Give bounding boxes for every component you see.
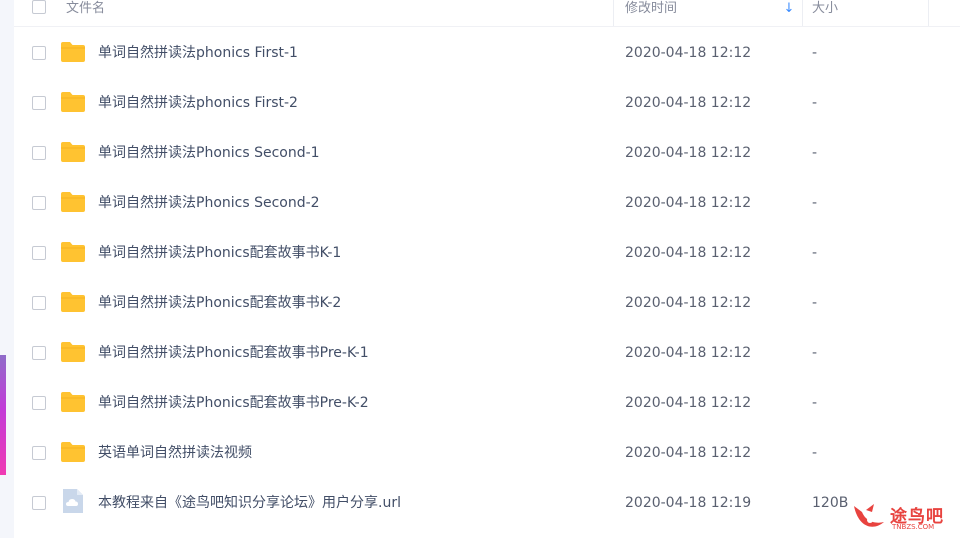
column-header-mtime[interactable]: 修改时间 xyxy=(625,0,677,26)
file-size: - xyxy=(812,395,818,411)
file-row[interactable]: 单词自然拼读法Phonics配套故事书Pre-K-1 2020-04-18 12… xyxy=(14,328,960,378)
file-size: - xyxy=(812,445,818,461)
watermark-subtext: TNBZS.COM xyxy=(892,523,935,531)
column-separator xyxy=(802,0,803,26)
row-checkbox[interactable] xyxy=(32,296,46,310)
file-row[interactable]: 单词自然拼读法Phonics Second-1 2020-04-18 12:12… xyxy=(14,128,960,178)
file-mtime: 2020-04-18 12:12 xyxy=(625,395,752,411)
file-row[interactable]: 单词自然拼读法Phonics Second-2 2020-04-18 12:12… xyxy=(14,178,960,228)
file-row[interactable]: 单词自然拼读法Phonics配套故事书Pre-K-2 2020-04-18 12… xyxy=(14,378,960,428)
row-checkbox[interactable] xyxy=(32,96,46,110)
file-mtime: 2020-04-18 12:12 xyxy=(625,95,752,111)
file-size: - xyxy=(812,195,818,211)
folder-icon xyxy=(61,392,85,412)
row-checkbox[interactable] xyxy=(32,346,46,360)
bird-logo-icon xyxy=(854,504,884,527)
file-name[interactable]: 本教程来自《途鸟吧知识分享论坛》用户分享.url xyxy=(98,492,401,514)
file-row[interactable]: 单词自然拼读法Phonics配套故事书K-2 2020-04-18 12:12 … xyxy=(14,278,960,328)
file-name[interactable]: 单词自然拼读法Phonics配套故事书K-1 xyxy=(98,242,341,264)
column-separator xyxy=(613,0,614,26)
file-size: - xyxy=(812,145,818,161)
arrow-down-icon[interactable]: ↓ xyxy=(782,2,796,18)
file-mtime: 2020-04-18 12:12 xyxy=(625,445,752,461)
select-all-checkbox[interactable] xyxy=(32,0,46,14)
file-name[interactable]: 单词自然拼读法Phonics配套故事书K-2 xyxy=(98,292,341,314)
list-header: 文件名 修改时间 ↓ 大小 xyxy=(14,0,960,27)
file-name[interactable]: 单词自然拼读法Phonics Second-2 xyxy=(98,192,320,214)
file-mtime: 2020-04-18 12:12 xyxy=(625,145,752,161)
cloud-file-icon xyxy=(63,489,83,513)
folder-icon xyxy=(61,92,85,112)
row-checkbox[interactable] xyxy=(32,446,46,460)
folder-icon xyxy=(61,292,85,312)
file-row[interactable]: 单词自然拼读法phonics First-2 2020-04-18 12:12 … xyxy=(14,78,960,128)
column-header-size[interactable]: 大小 xyxy=(812,0,838,26)
file-size: 120B xyxy=(812,495,849,511)
file-row[interactable]: 英语单词自然拼读法视频 2020-04-18 12:12 - xyxy=(14,428,960,478)
folder-icon xyxy=(61,442,85,462)
file-mtime: 2020-04-18 12:12 xyxy=(625,345,752,361)
file-name[interactable]: 单词自然拼读法Phonics配套故事书Pre-K-2 xyxy=(98,392,369,414)
column-header-name[interactable]: 文件名 xyxy=(66,0,105,26)
folder-icon xyxy=(61,242,85,262)
folder-icon xyxy=(61,42,85,62)
file-size: - xyxy=(812,295,818,311)
file-name[interactable]: 单词自然拼读法phonics First-1 xyxy=(98,42,298,64)
row-checkbox[interactable] xyxy=(32,196,46,210)
column-separator xyxy=(928,0,929,26)
file-row[interactable]: 单词自然拼读法phonics First-1 2020-04-18 12:12 … xyxy=(14,28,960,78)
folder-icon xyxy=(61,192,85,212)
row-checkbox[interactable] xyxy=(32,246,46,260)
file-mtime: 2020-04-18 12:12 xyxy=(625,245,752,261)
folder-icon xyxy=(61,142,85,162)
folder-icon xyxy=(61,342,85,362)
file-row[interactable]: 单词自然拼读法Phonics配套故事书K-1 2020-04-18 12:12 … xyxy=(14,228,960,278)
watermark-logo: 途鸟吧 TNBZS.COM xyxy=(852,500,952,534)
file-row[interactable]: 本教程来自《途鸟吧知识分享论坛》用户分享.url 2020-04-18 12:1… xyxy=(14,478,960,528)
row-checkbox[interactable] xyxy=(32,396,46,410)
file-name[interactable]: 单词自然拼读法Phonics配套故事书Pre-K-1 xyxy=(98,342,369,364)
file-mtime: 2020-04-18 12:12 xyxy=(625,295,752,311)
left-accent-strip xyxy=(0,355,6,475)
file-name[interactable]: 英语单词自然拼读法视频 xyxy=(98,442,252,464)
file-size: - xyxy=(812,345,818,361)
file-list-panel: 文件名 修改时间 ↓ 大小 单词自然拼读法phonics First-1 202… xyxy=(14,0,960,538)
file-mtime: 2020-04-18 12:12 xyxy=(625,195,752,211)
row-checkbox[interactable] xyxy=(32,46,46,60)
row-checkbox[interactable] xyxy=(32,496,46,510)
file-mtime: 2020-04-18 12:12 xyxy=(625,45,752,61)
file-size: - xyxy=(812,95,818,111)
row-checkbox[interactable] xyxy=(32,146,46,160)
file-size: - xyxy=(812,245,818,261)
file-size: - xyxy=(812,45,818,61)
file-name[interactable]: 单词自然拼读法Phonics Second-1 xyxy=(98,142,320,164)
file-mtime: 2020-04-18 12:19 xyxy=(625,495,752,511)
file-name[interactable]: 单词自然拼读法phonics First-2 xyxy=(98,92,298,114)
